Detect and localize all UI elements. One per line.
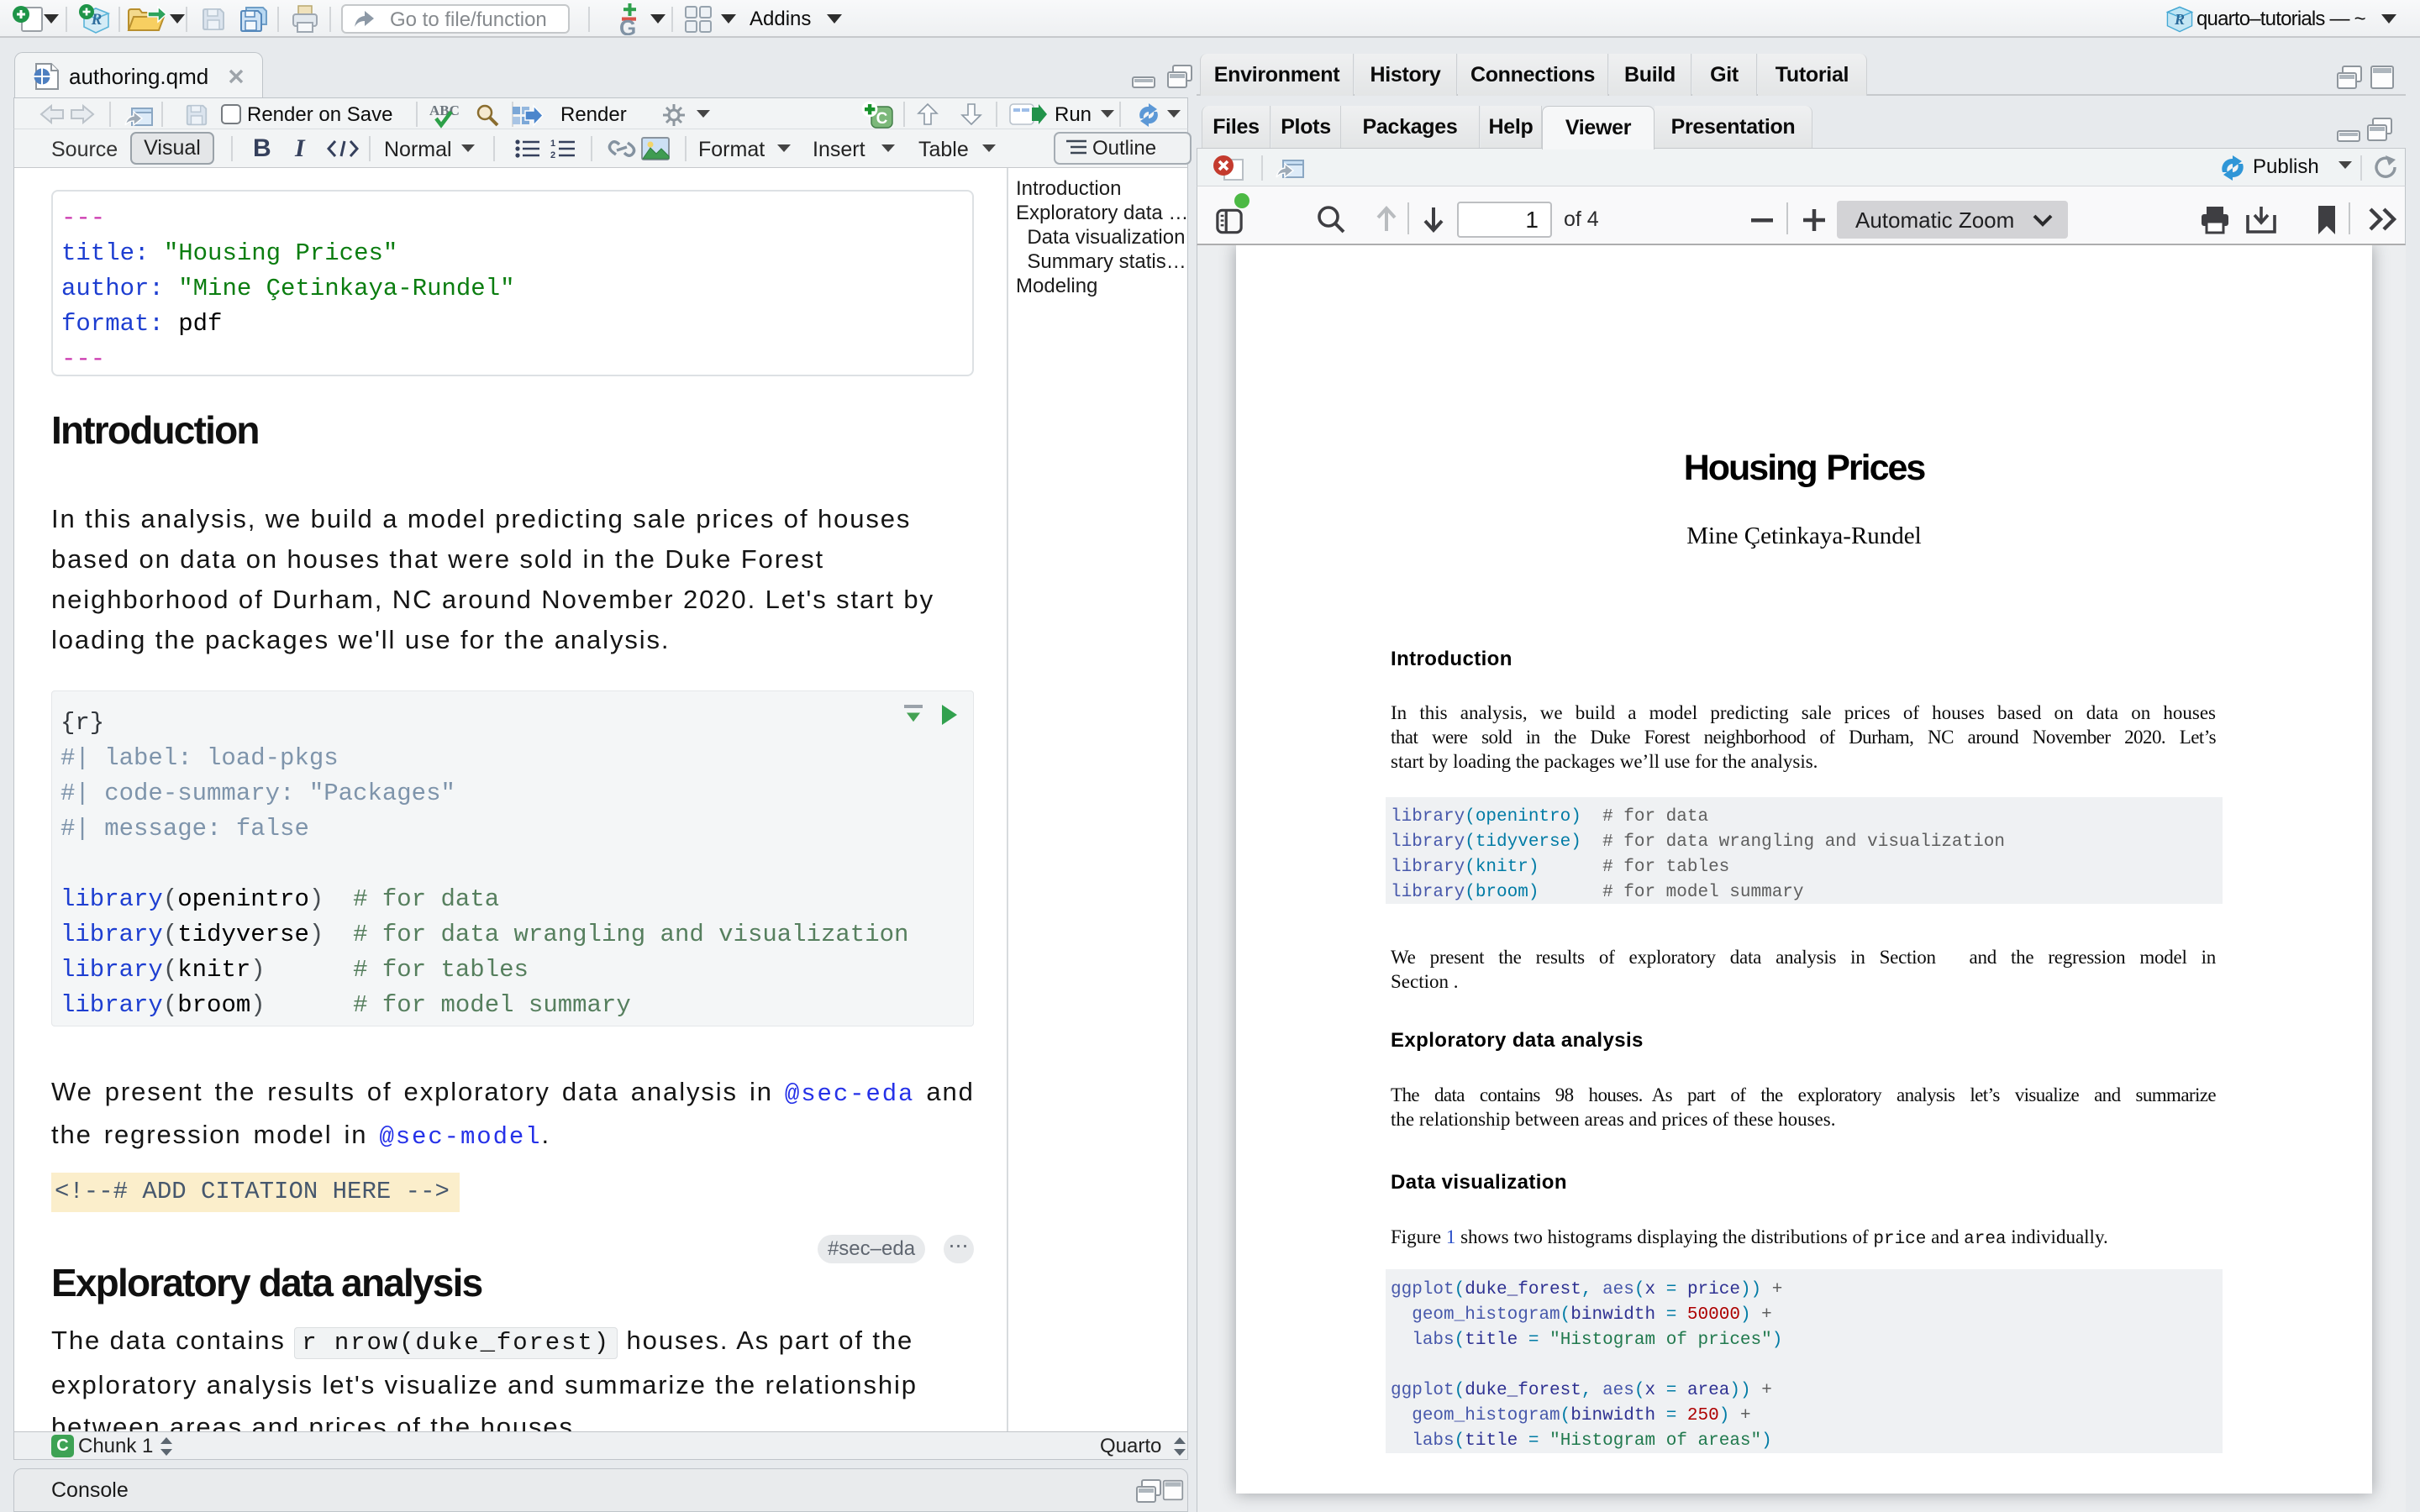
svg-text:ABC: ABC	[429, 102, 460, 118]
svg-text:2: 2	[550, 150, 555, 159]
svg-text:C: C	[876, 110, 888, 128]
svg-text:R: R	[2174, 11, 2185, 28]
svg-text:G: G	[619, 15, 636, 35]
svg-text:1: 1	[550, 139, 555, 149]
